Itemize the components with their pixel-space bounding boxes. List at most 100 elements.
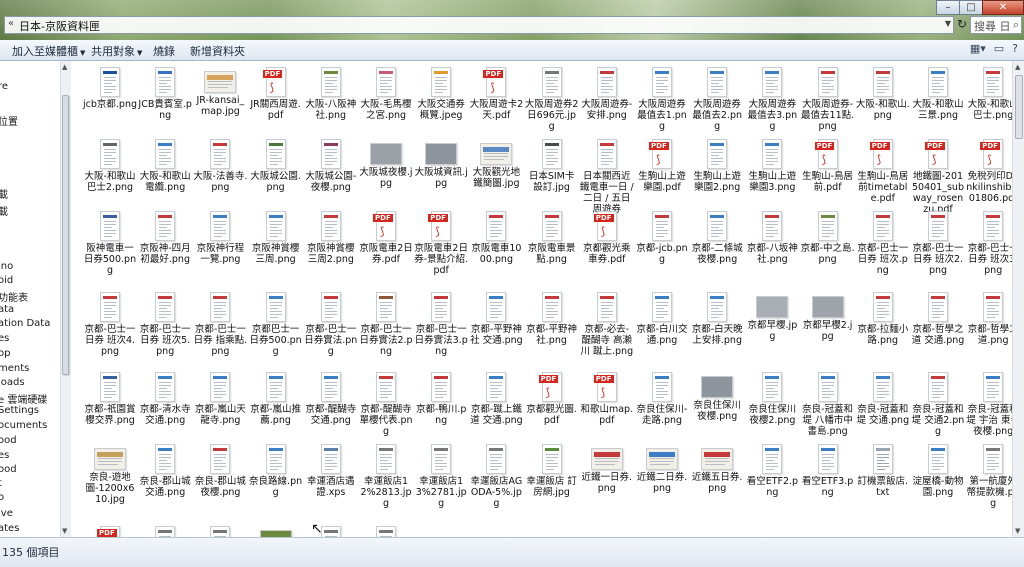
file-item[interactable]: 奈良-冠蓋和堤 八幡市中書島.png <box>800 366 856 437</box>
file-item[interactable]: 大阪-和歌山巴士.png <box>965 61 1012 121</box>
file-item[interactable] <box>137 520 193 537</box>
file-item[interactable]: 奈良-冠蓋和堤 交通.png <box>855 366 911 426</box>
file-item[interactable]: 第一航廈外幣提款機.png <box>965 438 1012 509</box>
refresh-icon[interactable]: ↻ <box>957 17 967 31</box>
share-button[interactable]: 共用對象 ▼ <box>91 43 142 59</box>
file-item[interactable]: 大阪城夜櫻.jpg <box>358 133 414 189</box>
file-item[interactable]: PDF ⟆ 京阪電車2日券-景點介紹.pdf <box>413 205 469 276</box>
file-item[interactable]: 京都-白天晚上安排.png <box>689 286 745 346</box>
file-item[interactable]: PDF ⟆ 地鐵圖-20150401_subway_rosenzu.pdf <box>910 133 966 215</box>
nav-item[interactable]: t <box>0 478 2 489</box>
nav-scroll-thumb[interactable] <box>62 95 69 375</box>
file-item[interactable]: 近鐵一日券.png <box>579 438 635 494</box>
nav-item[interactable]: ive <box>0 508 13 519</box>
file-item[interactable]: 京都早櫻2.jpg <box>800 286 856 342</box>
file-item[interactable]: 奈良住保川夜櫻2.png <box>744 366 800 426</box>
new-folder-button[interactable]: 新增資料夾 <box>190 43 245 59</box>
nav-item[interactable]: re <box>0 81 8 92</box>
add-to-library-button[interactable]: 加入至媒體櫃 ▼ <box>12 43 85 59</box>
nav-item[interactable]: ates <box>0 523 19 534</box>
file-item[interactable]: PDF ⟆ 京都觀光圖.pdf <box>524 366 580 426</box>
file-item[interactable]: 京阪神行程一覽.png <box>192 205 248 265</box>
file-item[interactable]: 大阪周遊券2日696元.jpg <box>524 61 580 132</box>
file-item[interactable]: 京阪神賞櫻三周2.png <box>303 205 359 265</box>
file-item[interactable]: 京都-醍醐寺 交通.png <box>303 366 359 426</box>
file-item[interactable]: 大阪交通券概覽.jpeg <box>413 61 469 121</box>
scroll-down-icon[interactable]: ▼ <box>62 527 67 535</box>
file-item[interactable]: 京都-蹴上鐵道 交通.png <box>468 366 524 426</box>
file-item[interactable]: 幸運飯店AGODA-5%.jpg <box>468 438 524 509</box>
chevron-down-icon[interactable]: ▼ <box>945 19 951 28</box>
file-item[interactable]: 京都-白川交通.png <box>634 286 690 346</box>
burn-button[interactable]: 燒錄 <box>153 43 175 59</box>
file-item[interactable]: 京都-必去-醍醐寺 高瀨川 蹴上.png <box>579 286 635 357</box>
nav-item[interactable]: 位置 <box>0 113 18 128</box>
file-item[interactable]: 京都-鴨川.png <box>413 366 469 426</box>
file-item[interactable]: 淀屋橋-動物園.png <box>910 438 966 498</box>
file-item[interactable]: 京都-巴士一日券 班次.png <box>855 205 911 276</box>
file-item[interactable]: PDF⟆ <box>82 520 138 537</box>
nav-item[interactable]: ation Data <box>0 318 50 329</box>
file-item[interactable]: 京都-平野神社 交通.png <box>468 286 524 346</box>
scroll-up-icon[interactable]: ▲ <box>1015 63 1020 71</box>
file-item[interactable]: 大阪周遊券最值去1.png <box>634 61 690 132</box>
close-button[interactable]: ✕ <box>982 0 1024 15</box>
file-item[interactable]: 京都-二條城 夜櫻.png <box>689 205 745 265</box>
file-item[interactable]: JR-kansai_map.jpg <box>192 61 248 117</box>
file-item[interactable]: 京都-平野神社.png <box>524 286 580 346</box>
scroll-down-icon[interactable]: ▼ <box>1015 527 1020 535</box>
file-item[interactable]: 京阪電車景點.png <box>524 205 580 265</box>
file-item[interactable]: PDF ⟆ 京阪電車2日券.pdf <box>358 205 414 265</box>
preview-pane-icon[interactable]: ▭ <box>994 42 1004 55</box>
file-item[interactable]: 生駒山上遊樂園2.png <box>689 133 745 193</box>
view-options-icon[interactable]: ▦▾ <box>970 42 986 55</box>
file-item[interactable]: 幸運酒店遇證.xps <box>303 438 359 498</box>
file-item[interactable]: 幸運飯店13%2781.jpg <box>413 438 469 509</box>
file-item[interactable]: 京都-巴士一日券實法2.png <box>358 286 414 357</box>
file-item[interactable]: jcb京都.png <box>82 61 138 110</box>
file-item[interactable]: 奈良住保川夜櫻.png <box>689 366 745 422</box>
file-item[interactable]: PDF ⟆ 大阪周遊卡2天.pdf <box>468 61 524 121</box>
file-item[interactable]: 近鐵二日券.png <box>634 438 690 494</box>
file-item[interactable]: 京都-醍醐寺 單櫻代表.png <box>358 366 414 437</box>
file-scroll-thumb[interactable] <box>1015 75 1023 139</box>
file-item[interactable]: 幸運飯店12%2813.jpg <box>358 438 414 509</box>
file-item[interactable]: 訂機票飯店.txt <box>855 438 911 498</box>
file-item[interactable]: PDF ⟆ 京都觀光乘車券.pdf <box>579 205 635 265</box>
file-item[interactable]: 京都-巴士一日券實法.png <box>303 286 359 357</box>
nav-item[interactable]: 功能表 <box>0 289 28 304</box>
file-item[interactable]: 大阪-和歌山電纜.png <box>137 133 193 193</box>
file-item[interactable]: 京都-嵐山推薦.png <box>248 366 304 426</box>
file-item[interactable]: 京都早櫻.jpg <box>744 286 800 342</box>
file-item[interactable]: 大阪-和歌山三景.png <box>910 61 966 121</box>
file-item[interactable]: PDF ⟆ 生駒山-鳥居前.pdf <box>800 133 856 193</box>
file-item[interactable]: 京阪神賞櫻三周.png <box>248 205 304 265</box>
file-item[interactable]: 京都-嵐山天龍寺.png <box>192 366 248 426</box>
file-item[interactable]: 大阪-和歌山巴士2.png <box>82 133 138 193</box>
file-item[interactable]: 京都-巴士一日券 指乘點.png <box>192 286 248 357</box>
file-item[interactable]: 京都-祇園賞櫻交界.png <box>82 366 138 426</box>
file-item[interactable]: 京都-哲學之道 交通.png <box>910 286 966 346</box>
file-item[interactable]: 京都-八坂神社.png <box>744 205 800 265</box>
file-item[interactable]: 大阪周遊券最值去2.png <box>689 61 745 132</box>
file-item[interactable]: 阪神電車一日券500.png <box>82 205 138 276</box>
nav-item[interactable]: o <box>0 492 4 503</box>
file-item[interactable]: 大阪城公園-夜櫻.png <box>303 133 359 193</box>
search-input[interactable]: 搜尋 日 ⌕ <box>970 16 1022 34</box>
file-item[interactable]: 大阪周遊券-安排.png <box>579 61 635 121</box>
file-item[interactable]: 京都-中之島.png <box>800 205 856 265</box>
help-icon[interactable]: ? <box>1012 42 1018 55</box>
search-icon[interactable]: ⌕ <box>1013 18 1019 32</box>
file-item[interactable]: 看空ETF2.png <box>744 438 800 498</box>
file-item[interactable]: PDF ⟆ 和歌山map.pdf <box>579 366 635 426</box>
file-item[interactable]: 生駒山上遊樂園3.png <box>744 133 800 193</box>
file-item[interactable]: 奈良住保川-走路.png <box>634 366 690 426</box>
nav-item[interactable]: es <box>0 450 9 461</box>
file-item[interactable]: 京都-巴士一日券 班次2.png <box>910 205 966 276</box>
file-item[interactable]: 奈良-郡山城 交通.png <box>137 438 193 498</box>
nav-item[interactable]: ocuments <box>0 420 47 431</box>
file-item[interactable]: 大阪-和歌山.png <box>855 61 911 121</box>
nav-item[interactable]: loads <box>0 377 25 388</box>
nav-item[interactable]: e 雲端硬碟 <box>0 391 47 406</box>
file-item[interactable]: 大阪-毛馬櫻之宮.png <box>358 61 414 121</box>
